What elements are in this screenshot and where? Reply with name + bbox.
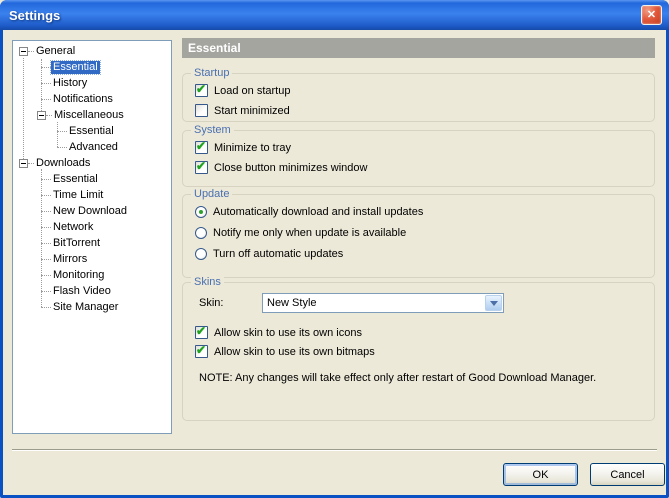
- footer-separator: [12, 449, 657, 451]
- checkmark-icon: ✔: [196, 82, 207, 96]
- combobox-dropdown-button[interactable]: [485, 295, 502, 311]
- auto-update-row: Automatically download and install updat…: [195, 206, 654, 218]
- cancel-button[interactable]: Cancel: [590, 463, 665, 486]
- no-update-row: Turn off automatic updates: [195, 248, 654, 260]
- tree-item-downloads[interactable]: Downloads: [13, 155, 171, 171]
- ok-button[interactable]: OK: [503, 463, 578, 486]
- window-title: Settings: [9, 7, 61, 23]
- radio-dot-icon: [199, 210, 203, 214]
- skin-icons-row: ✔ Allow skin to use its own icons: [195, 324, 654, 339]
- tree-item-site-manager[interactable]: Site Manager: [13, 299, 171, 315]
- update-group-label: Update: [191, 187, 233, 201]
- tree-item-dl-essential[interactable]: Essential: [13, 171, 171, 187]
- settings-tree: General Essential History Notifications …: [12, 40, 172, 434]
- close-minimizes-row: ✔ Close button minimizes window: [195, 159, 654, 174]
- minimize-to-tray-label[interactable]: Minimize to tray: [214, 142, 291, 154]
- start-minimized-label[interactable]: Start minimized: [214, 105, 290, 117]
- settings-window: Settings ✕ General Essential History Not…: [0, 0, 669, 498]
- close-minimizes-checkbox[interactable]: ✔: [195, 159, 208, 174]
- tree-item-notifications[interactable]: Notifications: [13, 91, 171, 107]
- start-minimized-checkbox[interactable]: [195, 104, 208, 117]
- dialog-body: General Essential History Notifications …: [3, 30, 666, 495]
- tree-item-flash-video[interactable]: Flash Video: [13, 283, 171, 299]
- minimize-to-tray-row: ✔ Minimize to tray: [195, 139, 654, 154]
- auto-update-radio[interactable]: [195, 206, 207, 218]
- close-icon: ✕: [646, 9, 657, 21]
- load-on-startup-checkbox[interactable]: ✔: [195, 82, 208, 97]
- notify-update-row: Notify me only when update is available: [195, 227, 654, 239]
- skin-icons-checkbox[interactable]: ✔: [195, 324, 208, 339]
- notify-update-radio[interactable]: [195, 227, 207, 239]
- checkmark-icon: ✔: [196, 139, 207, 153]
- startup-group-label: Startup: [191, 66, 233, 80]
- system-group: System ✔ Minimize to tray ✔ Close button…: [182, 123, 655, 187]
- tree-item-miscellaneous[interactable]: Miscellaneous: [13, 107, 171, 123]
- skin-combobox-value: New Style: [267, 297, 317, 309]
- tree-item-history[interactable]: History: [13, 75, 171, 91]
- minus-icon[interactable]: [19, 158, 28, 168]
- tree-item-time-limit[interactable]: Time Limit: [13, 187, 171, 203]
- auto-update-label[interactable]: Automatically download and install updat…: [213, 206, 423, 218]
- no-update-radio[interactable]: [195, 248, 207, 260]
- tree-item-network[interactable]: Network: [13, 219, 171, 235]
- tree-item-monitoring[interactable]: Monitoring: [13, 267, 171, 283]
- skin-icons-label[interactable]: Allow skin to use its own icons: [214, 327, 362, 339]
- startup-group: Startup ✔ Load on startup Start minimize…: [182, 66, 655, 122]
- no-update-label[interactable]: Turn off automatic updates: [213, 248, 343, 260]
- skin-combobox[interactable]: New Style: [262, 293, 504, 313]
- close-button[interactable]: ✕: [641, 5, 662, 25]
- skin-bitmaps-label[interactable]: Allow skin to use its own bitmaps: [214, 346, 375, 358]
- tree-item-general[interactable]: General: [13, 43, 171, 59]
- load-on-startup-label[interactable]: Load on startup: [214, 85, 290, 97]
- system-group-label: System: [191, 123, 234, 137]
- minimize-to-tray-checkbox[interactable]: ✔: [195, 139, 208, 154]
- minus-icon[interactable]: [37, 110, 46, 120]
- checkmark-icon: ✔: [196, 343, 207, 357]
- skin-bitmaps-row: ✔ Allow skin to use its own bitmaps: [195, 343, 654, 358]
- skins-group: Skins Skin: New Style ✔ Allow skin to us…: [182, 275, 655, 421]
- start-minimized-row: Start minimized: [195, 104, 654, 117]
- checkmark-icon: ✔: [196, 159, 207, 173]
- tree-item-bittorrent[interactable]: BitTorrent: [13, 235, 171, 251]
- skin-select-row: Skin: New Style: [199, 293, 654, 313]
- update-group: Update Automatically download and instal…: [182, 187, 655, 278]
- chevron-down-icon: [489, 300, 498, 306]
- tree-item-new-download[interactable]: New Download: [13, 203, 171, 219]
- titlebar: Settings ✕: [0, 0, 669, 30]
- tree-item-mirrors[interactable]: Mirrors: [13, 251, 171, 267]
- tree-item-misc-essential[interactable]: Essential: [13, 123, 171, 139]
- skin-bitmaps-checkbox[interactable]: ✔: [195, 343, 208, 358]
- page-title: Essential: [182, 38, 655, 58]
- skin-label: Skin:: [199, 297, 224, 309]
- minus-icon[interactable]: [19, 46, 28, 56]
- notify-update-label[interactable]: Notify me only when update is available: [213, 227, 406, 239]
- tree-item-essential[interactable]: Essential: [13, 59, 171, 75]
- close-minimizes-label[interactable]: Close button minimizes window: [214, 162, 367, 174]
- tree-item-misc-advanced[interactable]: Advanced: [13, 139, 171, 155]
- skins-group-label: Skins: [191, 275, 224, 289]
- load-on-startup-row: ✔ Load on startup: [195, 82, 654, 97]
- checkmark-icon: ✔: [196, 324, 207, 338]
- restart-note: NOTE: Any changes will take effect only …: [199, 372, 597, 384]
